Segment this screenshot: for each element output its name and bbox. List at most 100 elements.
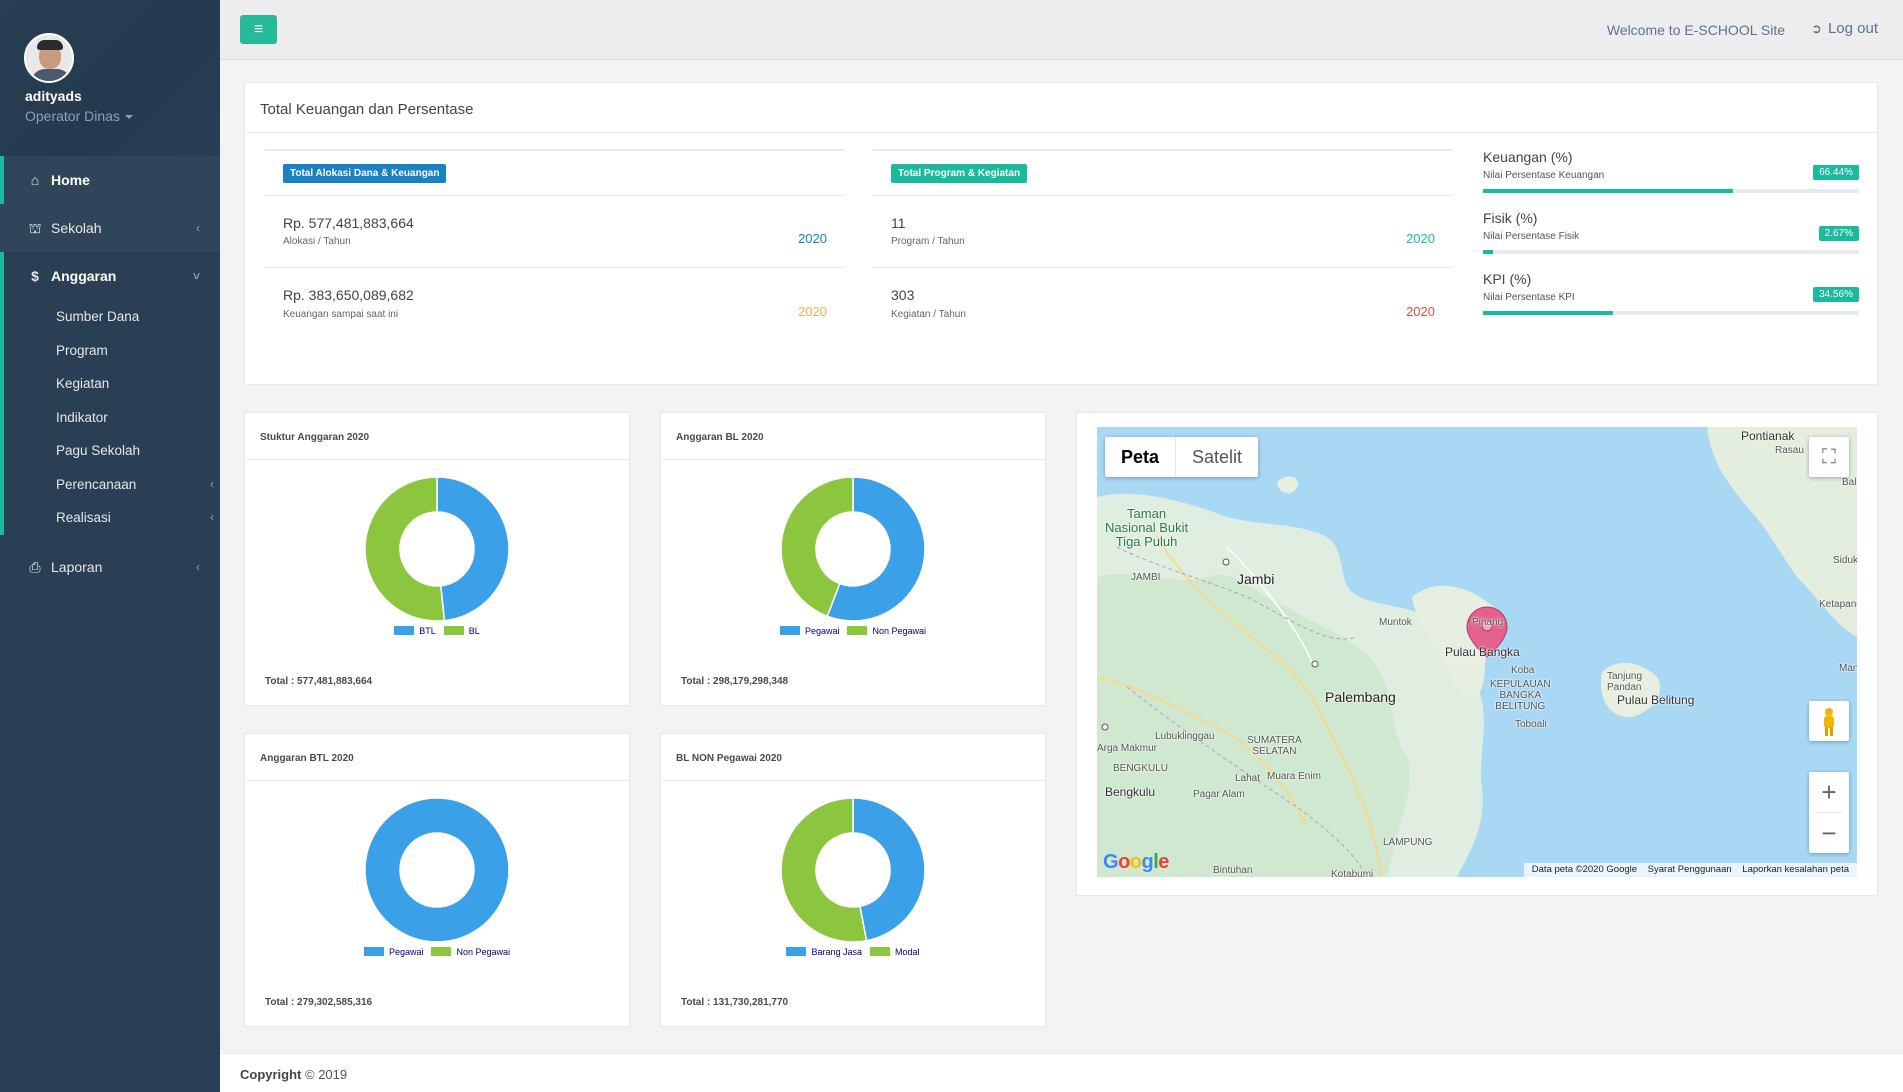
google-map[interactable]: Peta Satelit ⛶ + − Pontianak Rasau Bal T… <box>1097 427 1857 877</box>
sidebar: adityads Operator Dinas ⌂ Home ⛫ Sekolah ‹… <box>0 0 220 1092</box>
map-label: Bal <box>1842 477 1857 488</box>
legend-item[interactable]: Barang Jasa <box>786 947 862 957</box>
map-label: KEPULAUAN BANGKA BELITUNG <box>1490 679 1551 712</box>
avatar[interactable] <box>24 33 74 83</box>
map-data-credit: Data peta ©2020 Google <box>1531 864 1638 875</box>
progress-title: KPI (%) <box>1483 271 1532 287</box>
street-view-button[interactable] <box>1809 701 1849 741</box>
role-dropdown[interactable]: Operator Dinas <box>25 108 133 124</box>
progress-kpi: KPI (%) Nilai Persentase KPI 34.56% <box>1483 271 1859 331</box>
zoom-in-button[interactable]: + <box>1809 772 1849 812</box>
chevron-left-icon: ‹ <box>210 510 214 524</box>
map-label: Arga Makmur <box>1097 743 1158 754</box>
legend-item[interactable]: Pegawai <box>779 626 839 636</box>
legend-label: BL <box>468 626 480 636</box>
sidebar-subitem-perencanaan[interactable]: Perencanaan ‹ <box>4 468 220 502</box>
chart-title: Stuktur Anggaran 2020 <box>260 432 370 443</box>
fullscreen-button[interactable]: ⛶ <box>1809 437 1849 477</box>
map-type-control: Peta Satelit <box>1105 437 1259 477</box>
donut-slice-bl[interactable] <box>365 477 446 621</box>
legend-item[interactable]: Non Pegawai <box>847 626 926 636</box>
map-label: Pagar Alam <box>1193 789 1245 800</box>
sidebar-item-label: Home <box>51 172 90 188</box>
map-label: Ketapang <box>1819 599 1857 610</box>
panel-divider <box>661 780 1045 781</box>
map-label: Lubuklinggau <box>1155 731 1215 742</box>
chart-total: Total : 298,179,298,348 <box>681 676 789 687</box>
sidebar-subitem-pagu-sekolah[interactable]: Pagu Sekolah <box>4 434 220 468</box>
sidebar-subitem-program[interactable]: Program <box>4 334 220 368</box>
legend-label: Modal <box>895 947 920 957</box>
map-label: Rasau <box>1775 445 1804 456</box>
map-label: Man <box>1839 663 1857 674</box>
sidebar-item-home[interactable]: ⌂ Home <box>0 156 220 204</box>
donut-chart <box>365 798 509 942</box>
subitem-label: Kegiatan <box>56 376 110 391</box>
map-label: Palembang <box>1325 689 1396 705</box>
progress-title: Keuangan (%) <box>1483 149 1573 165</box>
sidebar-subitem-sumber-dana[interactable]: Sumber Dana <box>4 300 220 334</box>
donut-slice-btl[interactable] <box>436 477 509 621</box>
bank-icon: ⛫ <box>28 220 42 236</box>
kegiatan-year: 2020 <box>1406 304 1435 319</box>
sidebar-subitem-realisasi[interactable]: Realisasi ‹ <box>4 501 220 535</box>
donut-chart <box>781 798 925 942</box>
terms-link[interactable]: Syarat Penggunaan <box>1648 864 1732 875</box>
progress-fill <box>1483 311 1613 315</box>
chevron-down-icon: ˅ <box>192 269 200 283</box>
legend-item[interactable]: BL <box>443 626 480 636</box>
legend-label: Pegawai <box>388 947 424 957</box>
map-label: Pulau Bangka <box>1445 645 1520 659</box>
progress-fill <box>1483 250 1494 254</box>
donut-chart <box>781 477 925 621</box>
legend-item[interactable]: Pegawai <box>363 947 424 957</box>
map-label: JAMBI <box>1131 572 1161 583</box>
progress-badge: 34.56% <box>1813 287 1859 302</box>
sidebar-subitem-indikator[interactable]: Indikator <box>4 401 220 435</box>
program-badge: Total Program & Kegiatan <box>891 164 1028 183</box>
donut-slice-pegawai[interactable] <box>365 798 509 942</box>
footer: Copyright © 2019 <box>220 1053 1903 1092</box>
home-icon: ⌂ <box>30 172 40 188</box>
donut-slice-modal[interactable] <box>781 798 868 942</box>
legend-item[interactable]: Non Pegawai <box>431 947 510 957</box>
donut-slice-barang-jasa[interactable] <box>852 798 925 942</box>
logout-link[interactable]: ➲ Log out <box>1811 20 1878 37</box>
chart-legend: Pegawai Non Pegawai <box>661 626 1045 636</box>
donut-chart <box>365 477 509 621</box>
progress-subtitle: Nilai Persentase Fisik <box>1483 231 1580 242</box>
chart-panel-struktur: Stuktur Anggaran 2020 BTL BL Total : 577,… <box>244 412 630 706</box>
sidebar-item-sekolah[interactable]: ⛫ Sekolah ‹ <box>0 204 220 252</box>
report-error-link[interactable]: Laporkan kesalahan peta <box>1742 864 1849 875</box>
program-year: 2020 <box>1406 231 1435 246</box>
map-label: Koba <box>1511 665 1535 676</box>
panel-divider <box>245 132 1877 133</box>
sidebar-subitem-kegiatan[interactable]: Kegiatan <box>4 367 220 401</box>
sidebar-item-anggaran[interactable]: $ Anggaran ˅ <box>4 252 220 300</box>
alokasi-stats: Total Alokasi Dana & Keuangan Rp. 577,48… <box>265 149 845 339</box>
chart-legend: Pegawai Non Pegawai <box>245 947 629 957</box>
menu-toggle-button[interactable]: ≡ <box>240 15 277 44</box>
panel-title: Total Keuangan dan Persentase <box>260 101 474 118</box>
sidebar-item-laporan[interactable]: ⎙ Laporan ‹ <box>0 543 220 591</box>
subitem-label: Indikator <box>56 409 108 425</box>
sidebar-item-label: Anggaran <box>51 268 117 284</box>
progress-fill <box>1483 189 1733 193</box>
map-label: Jambi <box>1237 571 1275 587</box>
subitem-label: Realisasi <box>56 510 111 525</box>
legend-item[interactable]: Modal <box>870 947 920 957</box>
progress-bar <box>1483 189 1859 193</box>
legend-item[interactable]: BTL <box>394 626 436 636</box>
legend-swatch <box>870 947 891 956</box>
hamburger-icon: ≡ <box>253 21 264 38</box>
legend-swatch <box>363 947 384 956</box>
subitem-label: Pagu Sekolah <box>56 443 141 458</box>
legend-label: BTL <box>419 626 436 636</box>
logout-label: Log out <box>1827 20 1878 37</box>
map-tab-satelit[interactable]: Satelit <box>1176 437 1258 477</box>
map-label: BENGKULU <box>1113 763 1169 774</box>
fullscreen-icon: ⛶ <box>1822 446 1836 468</box>
map-label: Toboali <box>1515 719 1547 730</box>
zoom-out-button[interactable]: − <box>1809 813 1849 853</box>
map-tab-peta[interactable]: Peta <box>1105 437 1177 477</box>
